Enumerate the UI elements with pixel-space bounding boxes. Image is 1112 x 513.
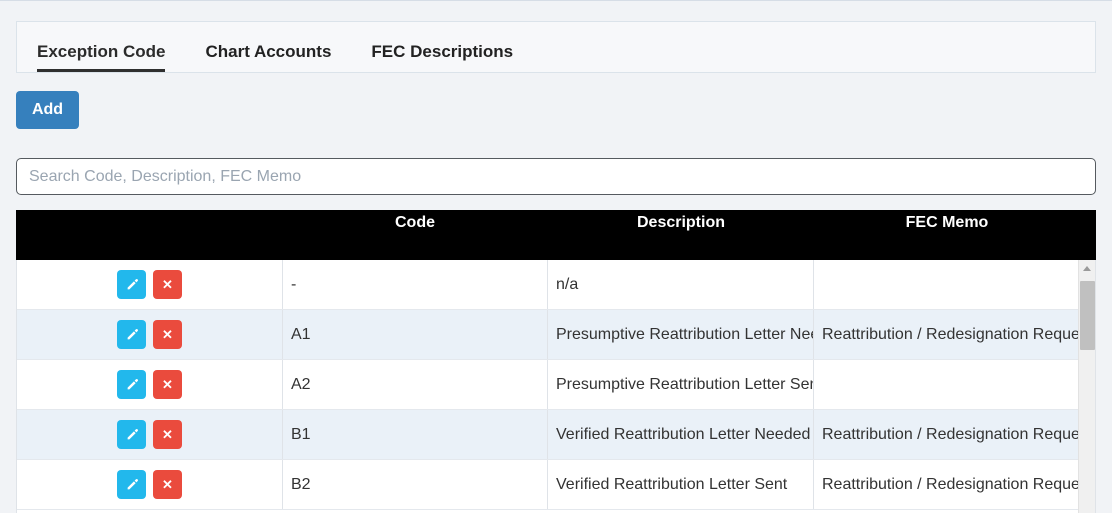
table-row[interactable]: ✕ A2 Presumptive Reattribution Letter Se…: [17, 360, 1095, 410]
search-input[interactable]: [16, 158, 1096, 195]
table-header-row: Code Description FEC Memo: [16, 210, 1096, 260]
cell-code: B1: [283, 410, 548, 459]
chevron-up-icon: [1083, 266, 1091, 271]
cell-description: n/a: [548, 260, 814, 309]
table-row[interactable]: ✕ A1 Presumptive Reattribution Letter Ne…: [17, 310, 1095, 360]
row-actions: ✕: [17, 310, 283, 359]
delete-row-button[interactable]: ✕: [153, 370, 182, 399]
tab-strip: Exception Code Chart Accounts FEC Descri…: [17, 22, 1095, 72]
scrollbar-thumb[interactable]: [1080, 281, 1095, 350]
cell-description: Presumptive Reattribution Letter Needed: [548, 310, 814, 359]
edit-row-button[interactable]: [117, 470, 146, 499]
delete-row-button[interactable]: ✕: [153, 320, 182, 349]
cell-fec-memo: [814, 360, 1080, 409]
row-actions: ✕: [17, 460, 283, 509]
tab-label: FEC Descriptions: [371, 42, 514, 61]
delete-row-button[interactable]: ✕: [153, 470, 182, 499]
cell-fec-memo: [814, 260, 1080, 309]
scroll-up-button[interactable]: [1079, 260, 1095, 277]
column-header-code: Code: [395, 214, 435, 231]
edit-row-button[interactable]: [117, 270, 146, 299]
cell-description: Presumptive Reattribution Letter Sent: [548, 360, 814, 409]
delete-row-button[interactable]: ✕: [153, 420, 182, 449]
column-header-fec-memo: FEC Memo: [905, 214, 989, 231]
pencil-icon: [127, 428, 138, 439]
tab-chart-accounts[interactable]: Chart Accounts: [205, 43, 331, 72]
pencil-icon: [127, 328, 138, 339]
delete-row-button[interactable]: ✕: [153, 270, 182, 299]
row-actions: ✕: [17, 410, 283, 459]
cell-description: Verified Reattribution Letter Needed: [548, 410, 814, 459]
cell-code: -: [283, 260, 548, 309]
pencil-icon: [127, 378, 138, 389]
table-body: ✕ - n/a ✕ A1 Presumptive Reattribution L…: [16, 260, 1096, 513]
tab-label: Chart Accounts: [205, 42, 332, 61]
tab-label: Exception Code: [37, 42, 166, 61]
edit-row-button[interactable]: [117, 320, 146, 349]
row-actions: ✕: [17, 360, 283, 409]
add-button[interactable]: Add: [16, 91, 79, 129]
column-header-actions: [16, 210, 282, 214]
tab-exception-code[interactable]: Exception Code: [37, 42, 166, 72]
cell-fec-memo: Reattribution / Redesignation Requested: [822, 425, 1080, 443]
close-x-icon: ✕: [162, 477, 173, 492]
pencil-icon: [127, 278, 138, 289]
edit-row-button[interactable]: [117, 370, 146, 399]
close-x-icon: ✕: [162, 427, 173, 442]
tab-fec-descriptions[interactable]: FEC Descriptions: [371, 43, 513, 72]
cell-code: B2: [283, 460, 548, 509]
table-row[interactable]: ✕ - n/a: [17, 260, 1095, 310]
close-x-icon: ✕: [162, 327, 173, 342]
table-row[interactable]: ✕ B1 Verified Reattribution Letter Neede…: [17, 410, 1095, 460]
close-x-icon: ✕: [162, 277, 173, 292]
cell-fec-memo: Reattribution / Redesignation Requested: [822, 475, 1080, 493]
table-row[interactable]: ✕ B2 Verified Reattribution Letter Sent …: [17, 460, 1095, 510]
column-header-description: Description: [636, 214, 725, 231]
edit-row-button[interactable]: [117, 420, 146, 449]
row-actions: ✕: [17, 260, 283, 309]
cell-code: A2: [283, 360, 548, 409]
tab-panel: Exception Code Chart Accounts FEC Descri…: [16, 21, 1096, 73]
cell-fec-memo: Reattribution / Redesignation Requested: [822, 325, 1080, 343]
table-vertical-scrollbar[interactable]: [1078, 260, 1095, 513]
exception-code-table: Code Description FEC Memo ✕ - n/a ✕ A1 P…: [16, 210, 1096, 513]
pencil-icon: [127, 478, 138, 489]
cell-description: Verified Reattribution Letter Sent: [548, 460, 814, 509]
cell-code: A1: [283, 310, 548, 359]
close-x-icon: ✕: [162, 377, 173, 392]
